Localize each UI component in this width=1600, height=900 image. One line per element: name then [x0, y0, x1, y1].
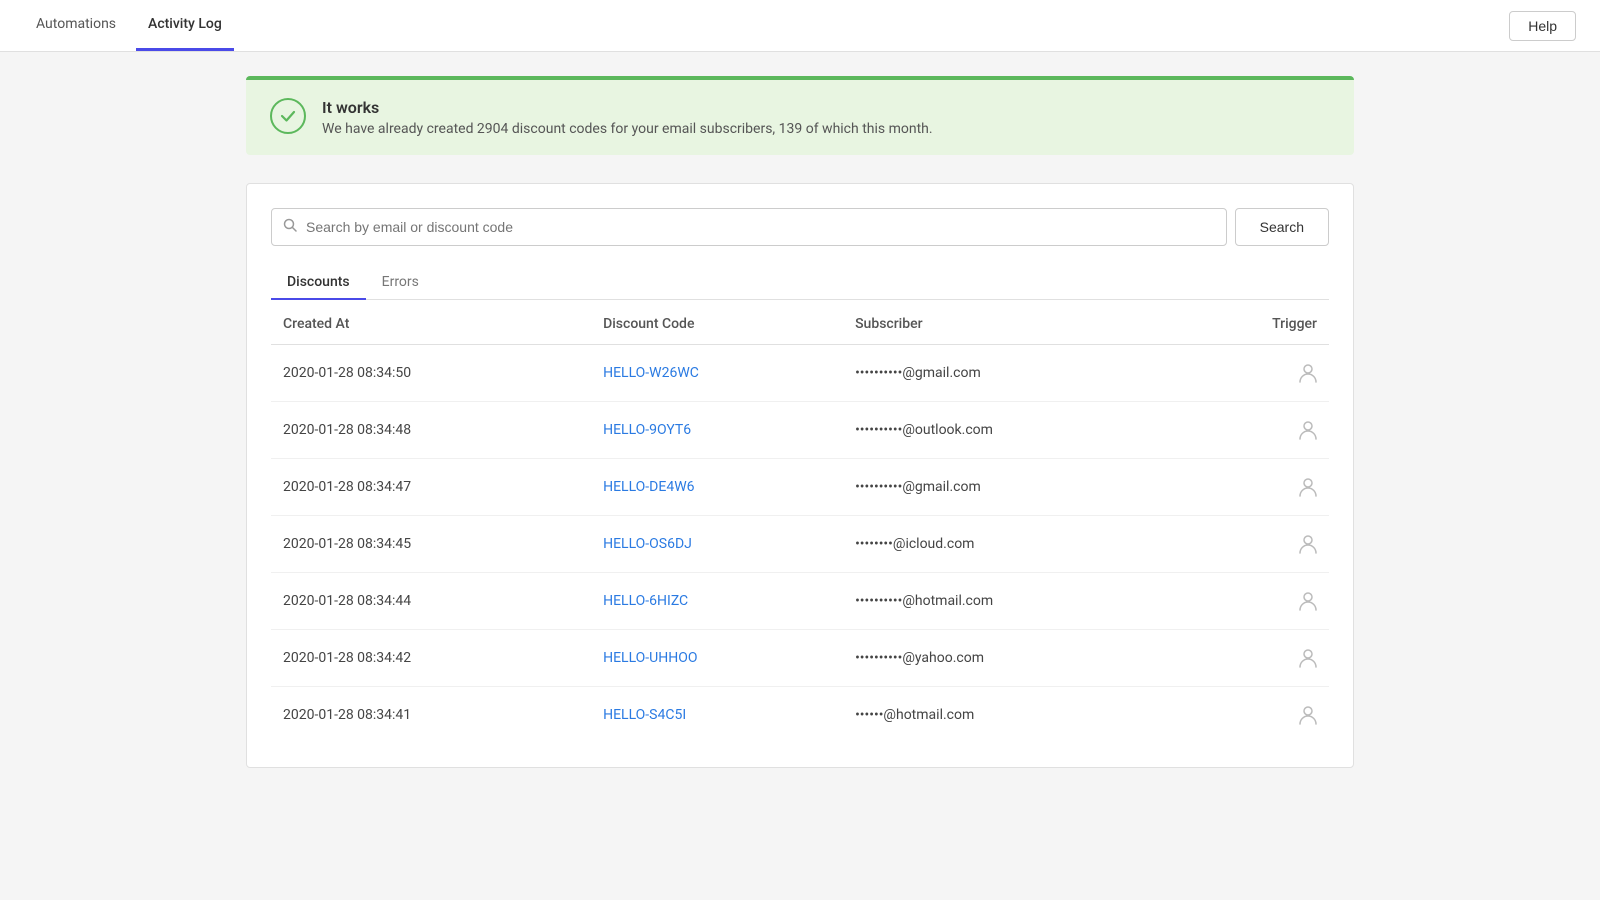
nav-tab-automations[interactable]: Automations: [24, 0, 128, 51]
cell-trigger: [1184, 687, 1329, 744]
cell-trigger: [1184, 402, 1329, 459]
main-content: It works We have already created 2904 di…: [230, 52, 1370, 792]
cell-discount-code[interactable]: HELLO-6HIZC: [591, 573, 843, 630]
cell-subscriber: ••••••@hotmail.com: [843, 687, 1184, 744]
cell-trigger: [1184, 630, 1329, 687]
cell-subscriber: ••••••••••@yahoo.com: [843, 630, 1184, 687]
search-row: Search: [271, 208, 1329, 246]
person-icon: [1196, 420, 1317, 440]
cell-subscriber: ••••••••••@gmail.com: [843, 345, 1184, 402]
col-header-discount-code: Discount Code: [591, 300, 843, 345]
person-icon: [1196, 363, 1317, 383]
search-icon: [283, 218, 297, 236]
person-icon: [1196, 648, 1317, 668]
cell-subscriber: ••••••••••@outlook.com: [843, 402, 1184, 459]
cell-trigger: [1184, 516, 1329, 573]
tab-errors[interactable]: Errors: [366, 266, 435, 300]
inner-tabs: Discounts Errors: [271, 266, 1329, 300]
success-icon: [270, 98, 306, 134]
cell-trigger: [1184, 345, 1329, 402]
cell-created-at: 2020-01-28 08:34:44: [271, 573, 591, 630]
cell-created-at: 2020-01-28 08:34:41: [271, 687, 591, 744]
col-header-subscriber: Subscriber: [843, 300, 1184, 345]
table-row: 2020-01-28 08:34:45HELLO-OS6DJ••••••••@i…: [271, 516, 1329, 573]
person-icon: [1196, 591, 1317, 611]
help-button[interactable]: Help: [1509, 11, 1576, 41]
cell-trigger: [1184, 573, 1329, 630]
cell-created-at: 2020-01-28 08:34:45: [271, 516, 591, 573]
cell-created-at: 2020-01-28 08:34:50: [271, 345, 591, 402]
cell-discount-code[interactable]: HELLO-DE4W6: [591, 459, 843, 516]
cell-created-at: 2020-01-28 08:34:42: [271, 630, 591, 687]
col-header-created-at: Created At: [271, 300, 591, 345]
success-banner: It works We have already created 2904 di…: [246, 76, 1354, 155]
cell-trigger: [1184, 459, 1329, 516]
search-button[interactable]: Search: [1235, 208, 1329, 246]
banner-title: It works: [322, 98, 933, 117]
cell-subscriber: ••••••••••@gmail.com: [843, 459, 1184, 516]
search-input-wrap: [271, 208, 1227, 246]
person-icon: [1196, 705, 1317, 725]
banner-description: We have already created 2904 discount co…: [322, 121, 933, 137]
cell-subscriber: ••••••••@icloud.com: [843, 516, 1184, 573]
banner-text: It works We have already created 2904 di…: [322, 98, 933, 137]
cell-created-at: 2020-01-28 08:34:48: [271, 402, 591, 459]
cell-discount-code[interactable]: HELLO-OS6DJ: [591, 516, 843, 573]
search-panel: Search Discounts Errors Created At Disco…: [246, 183, 1354, 768]
search-input[interactable]: [271, 208, 1227, 246]
table-row: 2020-01-28 08:34:44HELLO-6HIZC••••••••••…: [271, 573, 1329, 630]
person-icon: [1196, 534, 1317, 554]
nav-tab-activity-log[interactable]: Activity Log: [136, 0, 234, 51]
cell-discount-code[interactable]: HELLO-UHHOO: [591, 630, 843, 687]
cell-created-at: 2020-01-28 08:34:47: [271, 459, 591, 516]
top-nav: Automations Activity Log Help: [0, 0, 1600, 52]
table-row: 2020-01-28 08:34:48HELLO-9OYT6••••••••••…: [271, 402, 1329, 459]
table-row: 2020-01-28 08:34:42HELLO-UHHOO••••••••••…: [271, 630, 1329, 687]
col-header-trigger: Trigger: [1184, 300, 1329, 345]
cell-discount-code[interactable]: HELLO-S4C5I: [591, 687, 843, 744]
cell-discount-code[interactable]: HELLO-9OYT6: [591, 402, 843, 459]
table-row: 2020-01-28 08:34:50HELLO-W26WC••••••••••…: [271, 345, 1329, 402]
cell-subscriber: ••••••••••@hotmail.com: [843, 573, 1184, 630]
table-row: 2020-01-28 08:34:41HELLO-S4C5I••••••@hot…: [271, 687, 1329, 744]
table-row: 2020-01-28 08:34:47HELLO-DE4W6••••••••••…: [271, 459, 1329, 516]
tab-discounts[interactable]: Discounts: [271, 266, 366, 300]
cell-discount-code[interactable]: HELLO-W26WC: [591, 345, 843, 402]
person-icon: [1196, 477, 1317, 497]
discounts-table: Created At Discount Code Subscriber Trig…: [271, 300, 1329, 743]
nav-tabs: Automations Activity Log: [24, 0, 234, 51]
